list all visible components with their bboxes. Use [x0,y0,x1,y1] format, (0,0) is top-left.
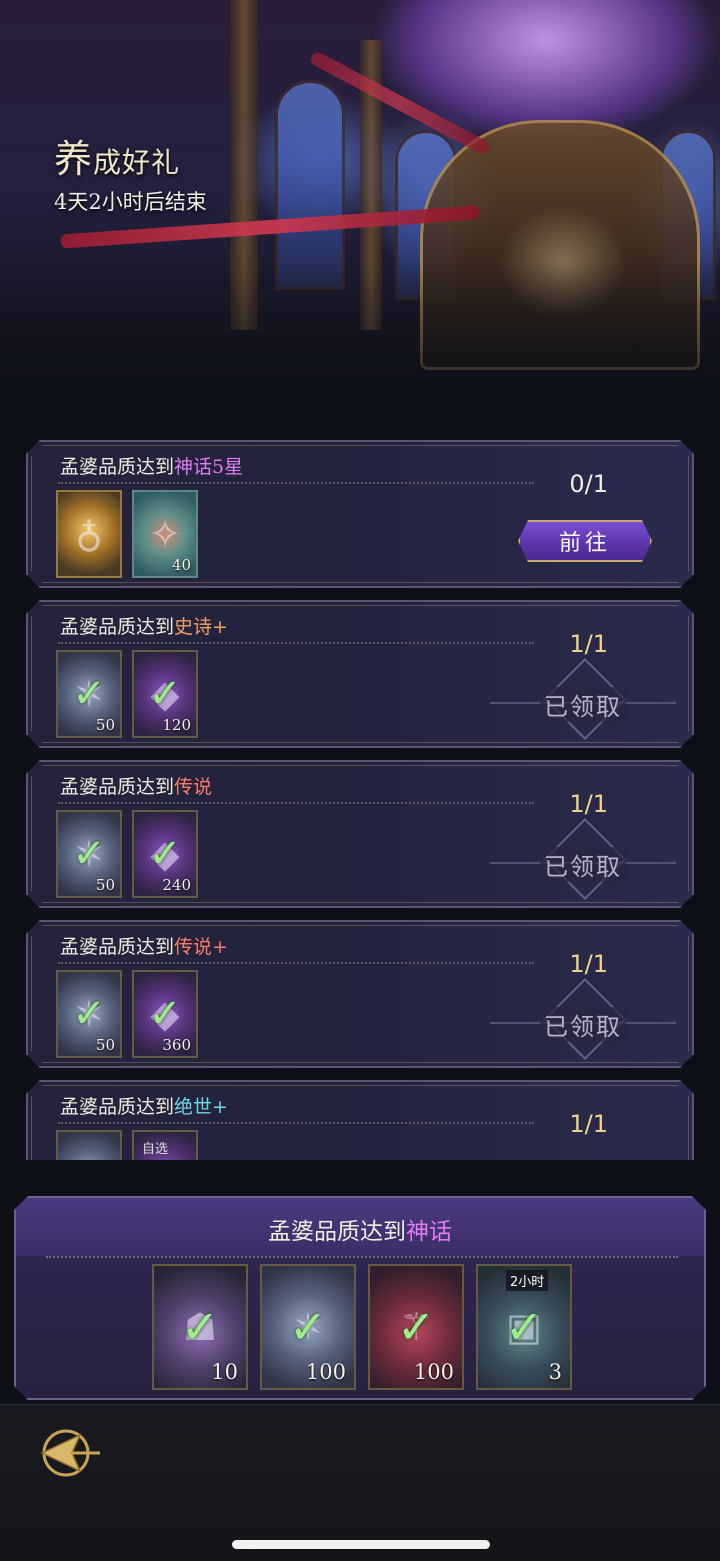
reward-item[interactable]: ◆ ✓ 240 [132,810,198,898]
task-progress: 1/1 [569,1110,608,1138]
claimed-status: 已领取 [490,674,676,734]
check-icon: ✓ [72,991,106,1037]
check-icon: ✓ [72,671,106,717]
reward-item[interactable]: ◆ ✓ 120 [132,650,198,738]
reward-item[interactable]: ◆ ✓ 360 [132,970,198,1058]
final-reward-panel: 孟婆品质达到神话 ☗ ✓ 10 ✶ ✓ 100 ⚚ ✓ 100 2小时 ▣ ✓ … [14,1196,706,1400]
reward-item[interactable]: 2小时 ▣ ✓ 3 [476,1264,572,1390]
reward-item[interactable]: ✶ ✓ 100 [260,1264,356,1390]
reward-item[interactable]: ✶ ✓ 50 [56,810,122,898]
bottom-bar [0,1404,720,1561]
check-icon: ✓ [180,1300,220,1354]
go-button[interactable]: 前往 [518,520,652,562]
task-progress: 1/1 [569,950,608,978]
check-icon: ✓ [504,1300,544,1354]
check-icon: ✓ [396,1300,436,1354]
reward-item[interactable]: ✧ 40 [132,490,198,578]
reward-item[interactable]: 自选 [132,1130,198,1160]
back-arrow-icon [40,1429,100,1477]
event-title: 养成好礼 [54,137,181,181]
task-progress: 1/1 [569,790,608,818]
event-banner: 养成好礼 4天2小时后结束 [0,0,720,420]
selectable-chest-icon: 自选 [142,1142,169,1157]
task-list[interactable]: 孟婆品质达到神话5星 0/1 ♁ ✧ 40 前往 孟婆品质达到史诗+ 1/1 ✶… [0,436,720,1160]
jeweled-staff-icon: ✧ [149,512,181,556]
task-title: 孟婆品质达到传说+ [60,936,228,958]
reward-item[interactable]: ☗ ✓ 10 [152,1264,248,1390]
reward-item[interactable]: ♁ [56,490,122,578]
time-tag: 2小时 [506,1270,549,1291]
check-icon: ✓ [148,991,182,1037]
golden-lock-icon: ♁ [75,512,103,556]
task-title: 孟婆品质达到史诗+ [60,616,228,638]
task-progress: 0/1 [569,470,608,498]
stained-glass-window [275,80,345,290]
check-icon: ✓ [72,831,106,877]
task-card: 孟婆品质达到传说+ 1/1 ✶ ✓ 50 ◆ ✓ 360 已领取 [26,920,694,1068]
task-progress: 1/1 [569,630,608,658]
check-icon: ✓ [148,671,182,717]
reward-item[interactable]: ✶ ✓ 50 [56,650,122,738]
task-card: 孟婆品质达到传说 1/1 ✶ ✓ 50 ◆ ✓ 240 已领取 [26,760,694,908]
event-countdown: 4天2小时后结束 [54,190,207,214]
task-title: 孟婆品质达到绝世+ [60,1096,228,1118]
reward-item[interactable]: ✶ ✓ 50 [56,970,122,1058]
task-card: 孟婆品质达到史诗+ 1/1 ✶ ✓ 50 ◆ ✓ 120 已领取 [26,600,694,748]
task-card: 孟婆品质达到绝世+ 1/1 ✶ 自选 [26,1080,694,1160]
task-title: 孟婆品质达到神话5星 [60,456,244,478]
task-card: 孟婆品质达到神话5星 0/1 ♁ ✧ 40 前往 [26,440,694,588]
reward-item[interactable]: ⚚ ✓ 100 [368,1264,464,1390]
final-reward-title: 孟婆品质达到神话 [268,1219,452,1245]
check-icon: ✓ [288,1300,328,1354]
check-icon: ✓ [148,831,182,877]
reward-item[interactable]: ✶ [56,1130,122,1160]
claimed-status: 已领取 [490,834,676,894]
task-title: 孟婆品质达到传说 [60,776,213,798]
star-crystal-icon: ✶ [73,1152,105,1160]
home-indicator[interactable] [232,1540,490,1549]
back-button[interactable] [36,1423,104,1483]
claimed-status: 已领取 [490,994,676,1054]
